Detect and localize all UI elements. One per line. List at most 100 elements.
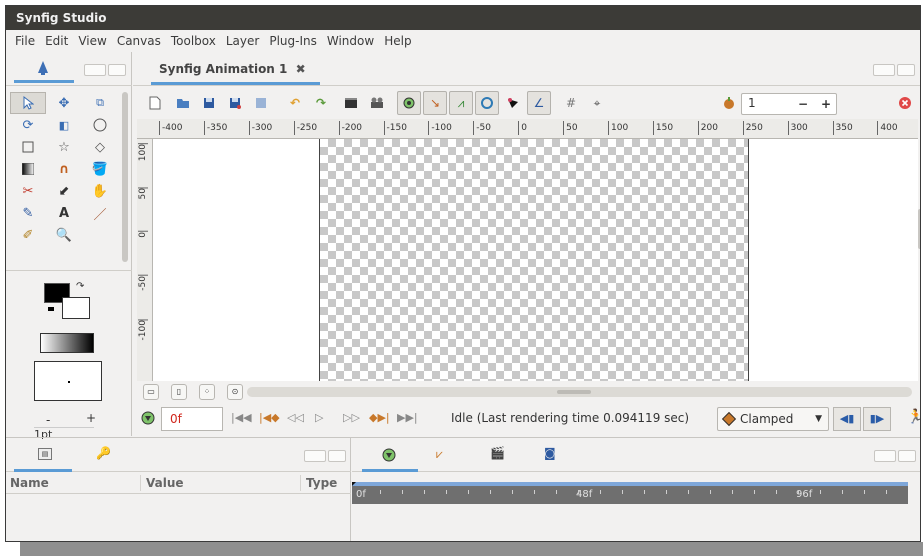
menu-layer[interactable]: Layer	[221, 34, 264, 48]
scale-tool-icon[interactable]: ⧉	[82, 92, 118, 114]
sound-tab-icon[interactable]: ◙	[544, 446, 556, 460]
gradient-tool-icon[interactable]	[10, 158, 46, 180]
save-as-icon[interactable]	[223, 91, 247, 115]
animation-mode-toggle-icon[interactable]: 🏃	[907, 409, 920, 425]
draw-tool-icon[interactable]: ✎	[10, 202, 46, 224]
canvas-transparent-area[interactable]	[319, 139, 749, 381]
fill-color-swatch[interactable]	[62, 297, 90, 319]
spline-tool-icon[interactable]: ∩	[46, 158, 82, 180]
show-vertex-handles-icon[interactable]: ↘	[423, 91, 447, 115]
library-tab-icon[interactable]: 🔑	[96, 446, 111, 460]
pane-toggle[interactable]	[874, 450, 896, 462]
increase-button[interactable]: +	[815, 94, 837, 114]
next-keyframe-icon[interactable]: ◆▶|	[369, 411, 390, 424]
params-tab-icon[interactable]: ▤	[38, 448, 52, 460]
column-type[interactable]: Type	[306, 476, 337, 490]
close-tab-icon[interactable]: ✖	[296, 62, 306, 76]
work-area[interactable]	[153, 139, 918, 381]
onion-skin-value[interactable]: 1	[748, 96, 756, 110]
eyedropper-tool-icon[interactable]: ✋	[82, 180, 118, 202]
menu-view[interactable]: View	[73, 34, 111, 48]
sketch-tool-icon[interactable]: ／	[82, 202, 118, 224]
polygon-tool-icon[interactable]: ◇	[82, 136, 118, 158]
time-ruler[interactable]: 0f 48f 96f	[352, 482, 908, 504]
grid-icon[interactable]: #	[559, 91, 583, 115]
width-tool-icon[interactable]: ⬋	[46, 180, 82, 202]
menu-window[interactable]: Window	[322, 34, 379, 48]
document-tab[interactable]: Synfig Animation 1 ✖	[145, 52, 320, 86]
stop-render-icon[interactable]	[893, 91, 917, 115]
mirror-tool-icon[interactable]: ◧	[46, 114, 82, 136]
fill-tool-icon[interactable]: 🪣	[82, 158, 118, 180]
render-icon[interactable]	[339, 91, 363, 115]
seek-begin-icon[interactable]: |◀◀	[231, 411, 252, 424]
new-file-icon[interactable]	[143, 91, 167, 115]
play-icon[interactable]: ▷	[315, 411, 323, 424]
menu-help[interactable]: Help	[379, 34, 416, 48]
redo-icon[interactable]: ↷	[309, 91, 333, 115]
save-icon[interactable]	[197, 91, 221, 115]
timetrack-tab-icon[interactable]	[382, 448, 396, 465]
menu-edit[interactable]: Edit	[40, 34, 73, 48]
menu-file[interactable]: File	[10, 34, 40, 48]
brush-tool-icon[interactable]: ✐	[10, 224, 46, 246]
show-radius-handles-icon[interactable]	[475, 91, 499, 115]
show-tangent-handles-icon[interactable]: ⩘	[449, 91, 473, 115]
canvas-horizontal-scrollbar[interactable]	[247, 387, 912, 397]
menu-canvas[interactable]: Canvas	[112, 34, 166, 48]
swap-colors-icon[interactable]: ↷	[76, 281, 84, 292]
interpolation-dropdown[interactable]: Clamped ▼	[717, 407, 829, 431]
reset-colors-icon[interactable]	[48, 307, 54, 311]
cutout-tool-icon[interactable]: ✂	[10, 180, 46, 202]
save-all-icon[interactable]	[249, 91, 273, 115]
zoom-tool-icon[interactable]: 🔍	[46, 224, 82, 246]
show-position-handles-icon[interactable]	[397, 91, 421, 115]
canvas-vertical-scrollbar[interactable]	[918, 119, 920, 381]
pane-toggle[interactable]	[897, 64, 915, 76]
star-tool-icon[interactable]: ☆	[46, 136, 82, 158]
toolbox-scrollbar[interactable]	[122, 92, 128, 262]
rotate-tool-icon[interactable]: ⟳	[10, 114, 46, 136]
pane-toggle[interactable]	[108, 64, 126, 76]
gradient-swatch[interactable]	[40, 333, 94, 353]
column-value[interactable]: Value	[146, 476, 184, 490]
keyframe-lock-future-icon[interactable]: ▮▶	[863, 407, 891, 431]
prev-keyframe-icon[interactable]: |◀◆	[259, 411, 280, 424]
brush-size-decrease[interactable]: -	[46, 413, 50, 427]
pane-toggle[interactable]	[898, 450, 916, 462]
circle-tool-icon[interactable]	[82, 114, 118, 136]
curves-tab-icon[interactable]: ⩗	[436, 447, 443, 462]
zoom-100-icon[interactable]: ⁘	[199, 384, 215, 400]
preview-icon[interactable]	[365, 91, 389, 115]
animation-mode-icon[interactable]	[141, 411, 155, 428]
menu-toolbox[interactable]: Toolbox	[166, 34, 221, 48]
decrease-button[interactable]: −	[792, 94, 814, 114]
toolbox-tab-icon[interactable]	[36, 60, 50, 79]
pane-toggle[interactable]	[304, 450, 326, 462]
scrollbar-thumb[interactable]	[557, 390, 591, 394]
column-name[interactable]: Name	[10, 476, 49, 490]
smooth-move-tool-icon[interactable]: ✥	[46, 92, 82, 114]
text-tool-icon[interactable]: A	[46, 202, 82, 224]
keyframes-tab-icon[interactable]: 🎬	[490, 446, 505, 460]
prev-frame-icon[interactable]: ◁◁	[287, 411, 304, 424]
show-angle-handles-icon[interactable]: ∠	[527, 91, 551, 115]
pane-toggle[interactable]	[328, 450, 346, 462]
time-cursor[interactable]	[352, 482, 356, 486]
show-width-handles-icon[interactable]	[501, 91, 525, 115]
onion-skin-spinner[interactable]: 1 − +	[741, 93, 837, 115]
seek-end-icon[interactable]: ▶▶|	[397, 411, 418, 424]
rectangle-tool-icon[interactable]	[10, 136, 46, 158]
zoom-out-icon[interactable]: ▭	[143, 384, 159, 400]
keyframe-lock-past-icon[interactable]: ◀▮	[833, 407, 861, 431]
brush-size-increase[interactable]: +	[86, 411, 96, 425]
undo-icon[interactable]: ↶	[283, 91, 307, 115]
menu-plugins[interactable]: Plug-Ins	[264, 34, 322, 48]
current-time-field[interactable]: 0f	[161, 407, 223, 431]
snap-grid-icon[interactable]: ⌖	[585, 91, 609, 115]
pane-toggle[interactable]	[84, 64, 106, 76]
transform-tool-icon[interactable]	[10, 92, 46, 114]
zoom-fit-icon[interactable]: ▯	[171, 384, 187, 400]
next-frame-icon[interactable]: ▷▷	[343, 411, 360, 424]
zoom-in-icon[interactable]: ⊙	[227, 384, 243, 400]
